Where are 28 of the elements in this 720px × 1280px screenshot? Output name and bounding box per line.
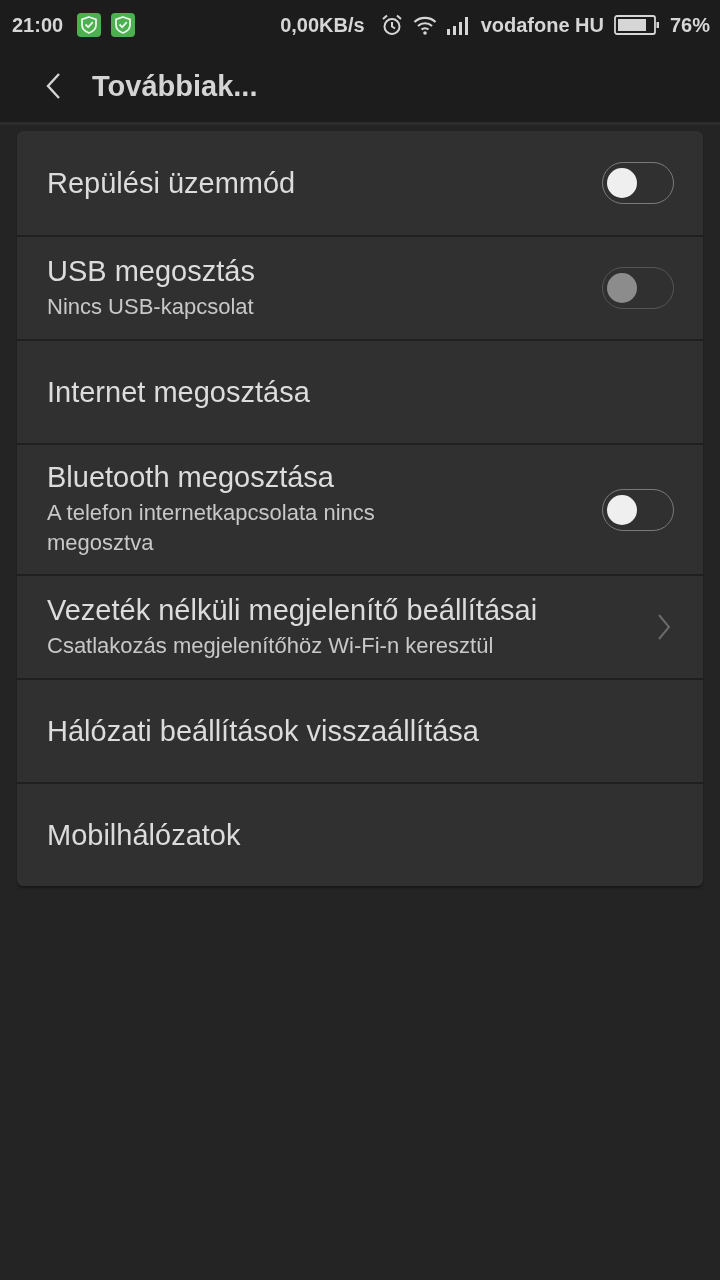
signal-bars-icon [446,15,471,35]
battery-percent: 76% [669,13,710,37]
carrier-name: vodafone HU [480,13,604,37]
page-title: Továbbiak... [92,69,258,103]
settings-row[interactable]: Vezeték nélküli megjelenítő beállításai Csatlakozás megjelenítőhöz Wi-Fi-n keresztül [17,574,703,678]
setting-title: Bluetooth megosztása [47,461,335,494]
setting-subtitle: Nincs USB-kapcsolat [47,292,255,321]
chevron-right-icon [657,614,671,640]
setting-title: Vezeték nélküli megjelenítő beállításai [47,593,539,627]
shield-check-icon [111,13,136,37]
settings-row[interactable]: Bluetooth megosztása A telefon internetkapcsolata nincs megosztva [17,443,703,574]
shield-check-icon [77,13,102,37]
wifi-icon [412,15,437,35]
setting-title: Hálózati beállítások visszaállítása [47,714,480,748]
settings-row[interactable]: Hálózati beállítások visszaállítása [17,678,703,782]
setting-subtitle: A telefon internetkapcsolata nincs megosztva [47,499,376,557]
setting-subtitle: Csatlakozás megjelenítőhöz Wi-Fi-n keresztül [47,631,495,660]
setting-title: Mobilhálózatok [47,818,242,852]
settings-row[interactable]: Internet megosztása [17,339,703,443]
settings-row[interactable]: Repülési üzemmód [17,131,703,235]
battery-icon [613,14,660,36]
setting-title: Internet megosztása [47,375,311,409]
setting-title: Repülési üzemmód [47,166,297,200]
alarm-clock-icon [380,14,403,36]
status-time: 21:00 [12,13,64,37]
network-speed: 0,00KB/s [280,13,365,37]
settings-row[interactable]: Mobilhálózatok [17,782,703,886]
setting-title: USB megosztás [47,254,256,288]
